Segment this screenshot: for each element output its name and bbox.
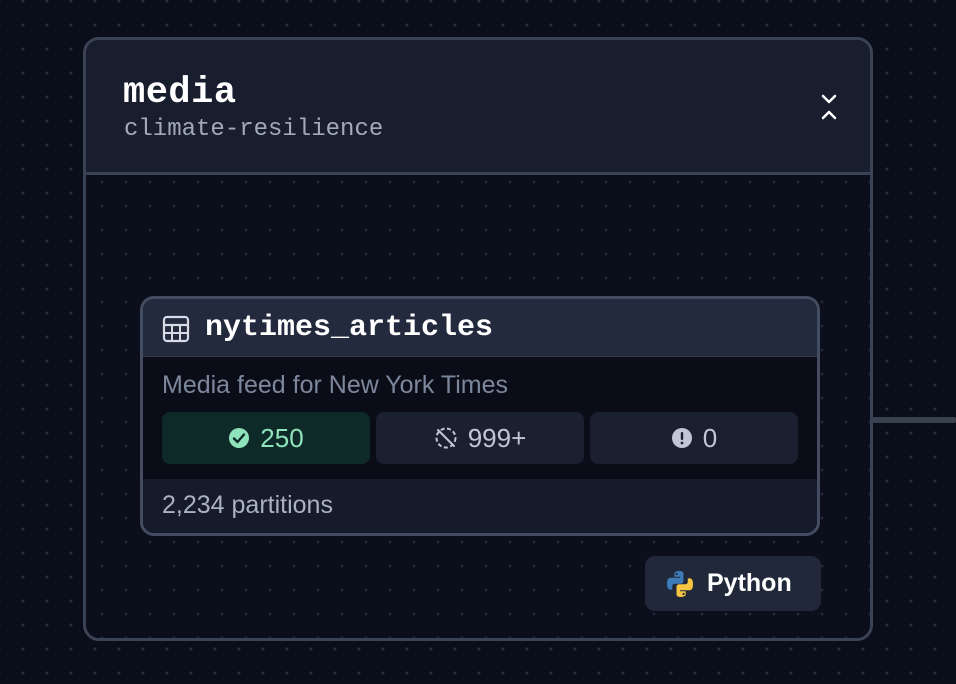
table-icon <box>162 315 190 343</box>
partition-count[interactable]: 2,234 partitions <box>162 491 333 520</box>
asset-description: Media feed for New York Times <box>162 371 508 399</box>
asset-name[interactable]: nytimes_articles <box>205 311 493 345</box>
python-logo-icon <box>667 570 693 597</box>
collapse-button[interactable] <box>818 92 840 122</box>
missing-count: 999+ <box>467 422 527 453</box>
failed-count: 0 <box>702 422 718 453</box>
materialized-count-button[interactable]: 250 <box>162 412 370 464</box>
asset-footer: 2,234 partitions <box>143 479 817 533</box>
asset-header[interactable]: nytimes_articles <box>143 299 817 357</box>
missing-circle-icon <box>435 427 457 449</box>
compute-kind-tag[interactable]: Python <box>645 556 821 611</box>
missing-count-button[interactable]: 999+ <box>376 412 584 464</box>
alert-circle-icon <box>671 428 692 448</box>
group-header[interactable]: media climate-resilience <box>86 40 870 175</box>
materialized-count: 250 <box>260 422 304 453</box>
group-subtitle: climate-resilience <box>124 116 384 143</box>
compute-kind-label: Python <box>707 569 792 597</box>
chevron-collapse-icon <box>821 94 837 120</box>
group-title: media <box>123 72 237 114</box>
asset-node[interactable]: nytimes_articles Media feed for New York… <box>140 296 820 536</box>
failed-count-button[interactable]: 0 <box>590 412 798 464</box>
check-circle-icon <box>229 428 250 448</box>
